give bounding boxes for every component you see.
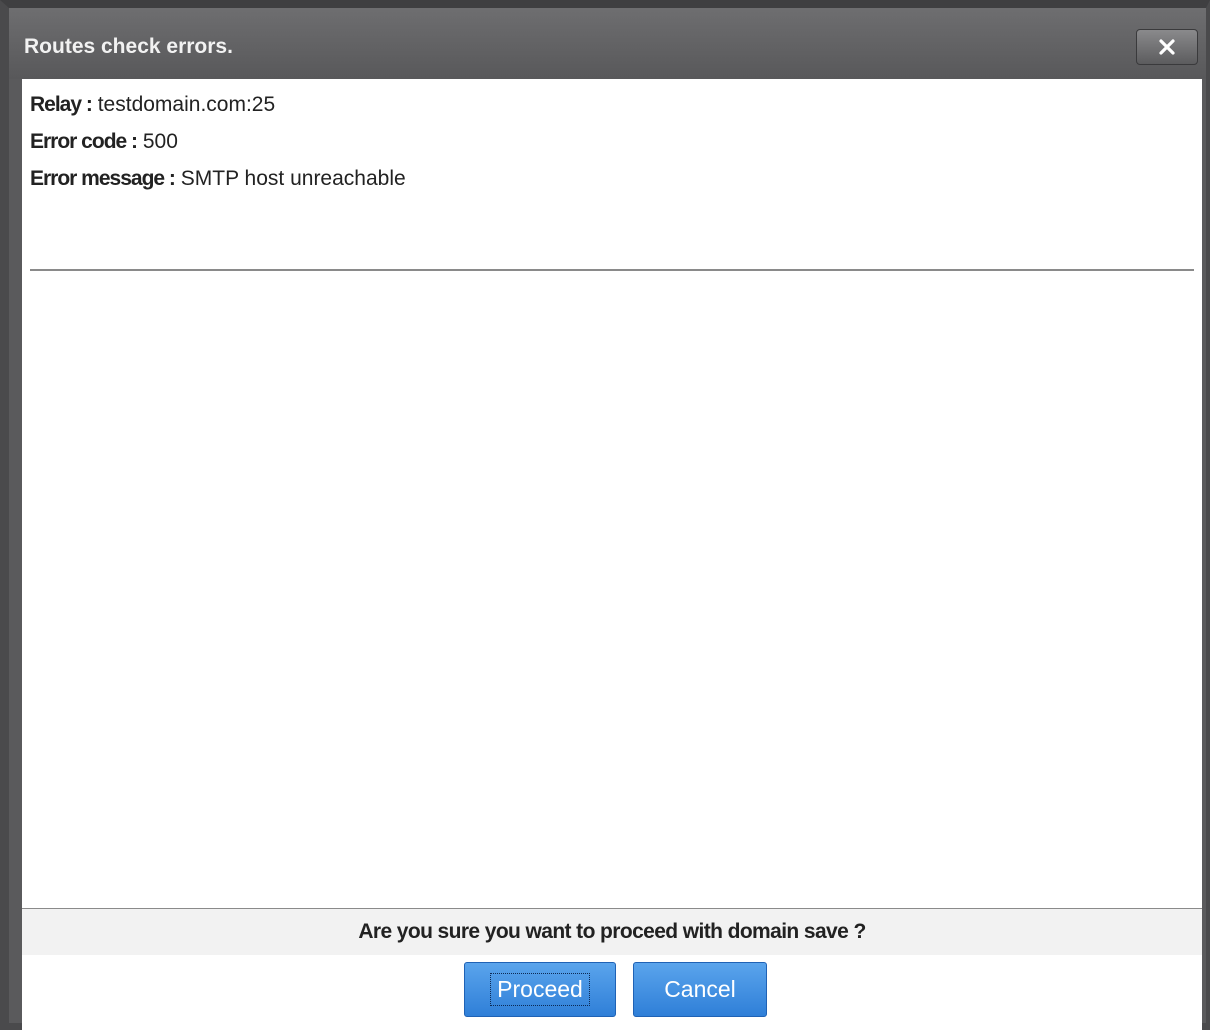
error-message-label: Error message : — [30, 167, 176, 190]
confirmation-question: Are you sure you want to proceed with do… — [22, 909, 1202, 955]
dialog-footer: Are you sure you want to proceed with do… — [22, 908, 1202, 1031]
proceed-button-label: Proceed — [490, 973, 590, 1006]
cancel-button-label: Cancel — [664, 976, 736, 1002]
error-message-value: SMTP host unreachable — [180, 167, 406, 190]
relay-label: Relay : — [30, 93, 93, 116]
proceed-button[interactable]: Proceed — [464, 962, 616, 1017]
error-code-value: 500 — [142, 130, 178, 153]
cancel-button[interactable]: Cancel — [633, 962, 767, 1017]
dialog-titlebar[interactable]: Routes check errors. — [9, 8, 1206, 79]
routes-check-errors-dialog: Routes check errors. Relay : testdomain.… — [0, 0, 1210, 1031]
close-icon — [1159, 39, 1175, 55]
error-code-label: Error code : — [30, 130, 138, 153]
details-divider — [30, 269, 1194, 271]
dialog-title: Routes check errors. — [24, 35, 233, 58]
close-button[interactable] — [1136, 29, 1198, 65]
error-code-row: Error code : 500 — [30, 130, 178, 154]
error-message-row: Error message : SMTP host unreachable — [30, 167, 406, 191]
dialog-content: Relay : testdomain.com:25 Error code : 5… — [22, 79, 1202, 908]
relay-row: Relay : testdomain.com:25 — [30, 93, 275, 117]
relay-value: testdomain.com:25 — [97, 93, 276, 116]
